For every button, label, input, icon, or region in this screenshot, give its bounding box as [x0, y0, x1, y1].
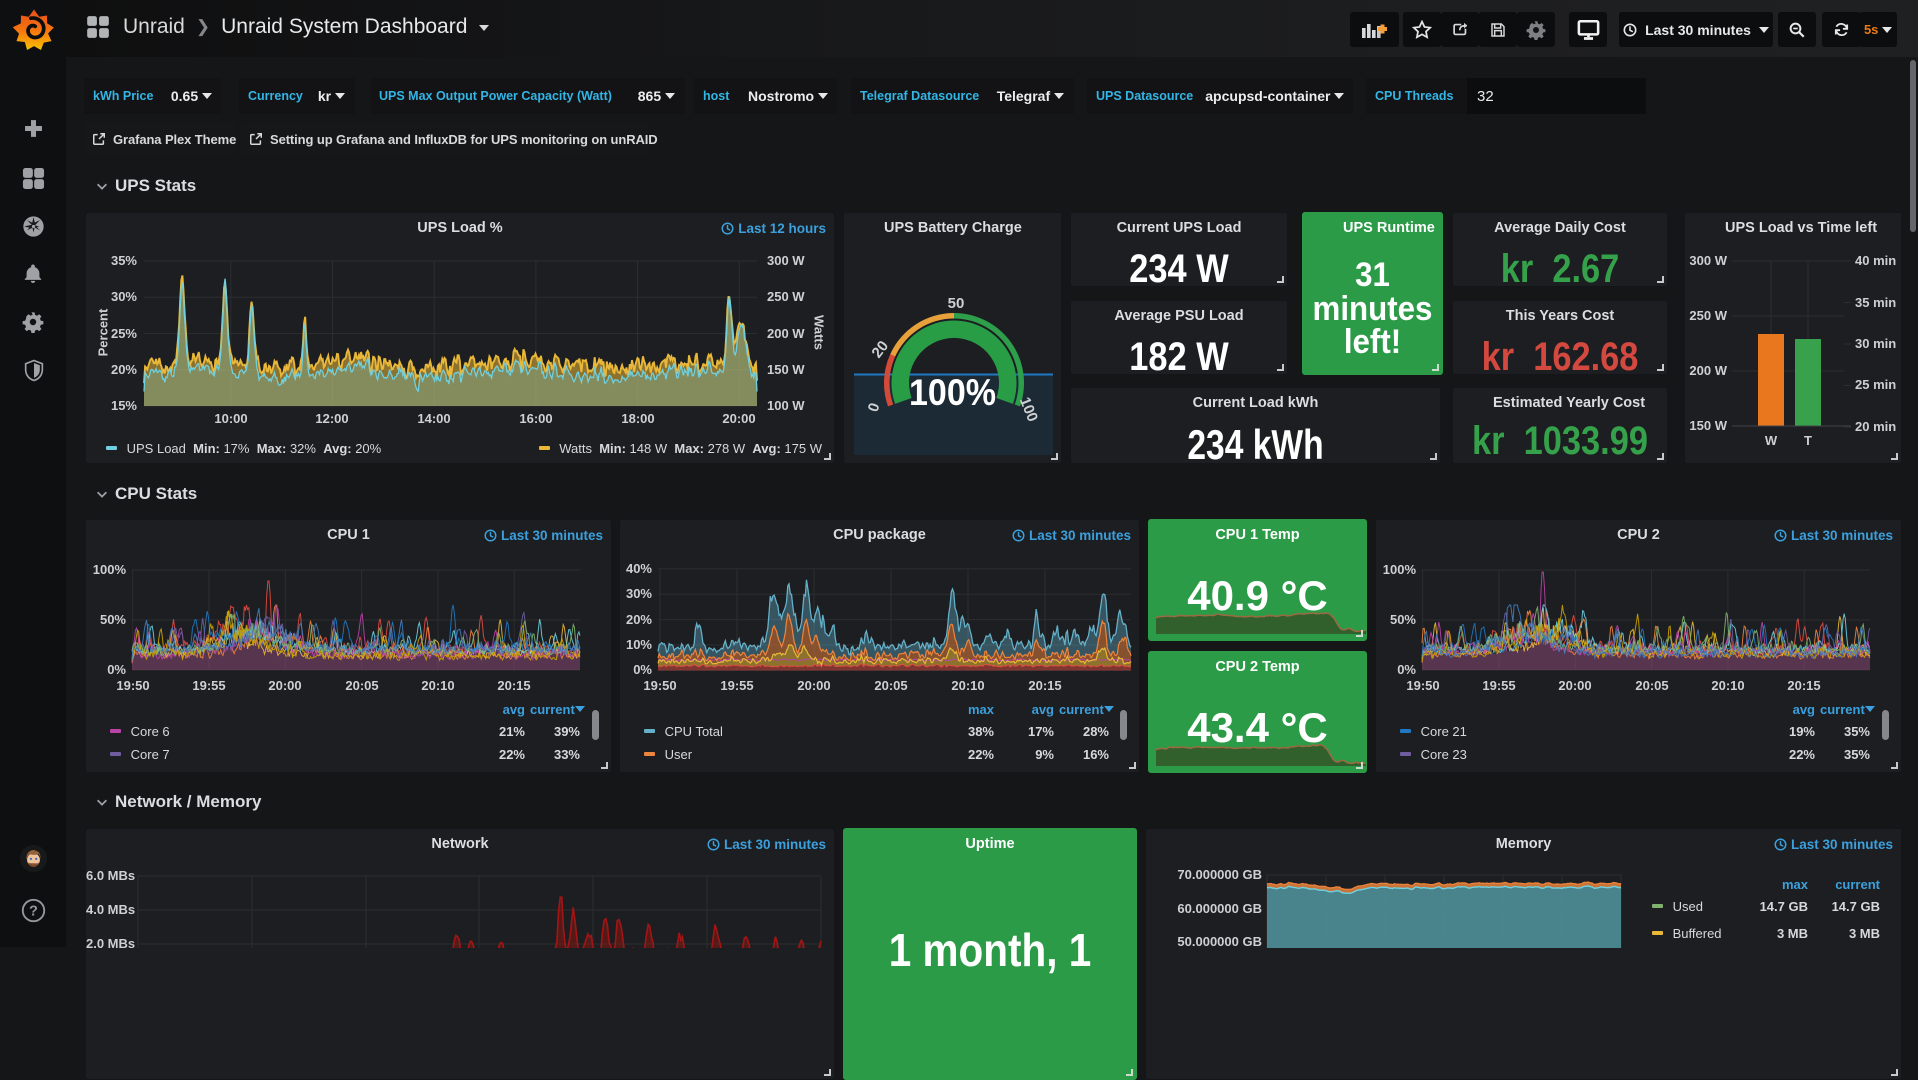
svg-text:?: ? — [29, 904, 38, 920]
